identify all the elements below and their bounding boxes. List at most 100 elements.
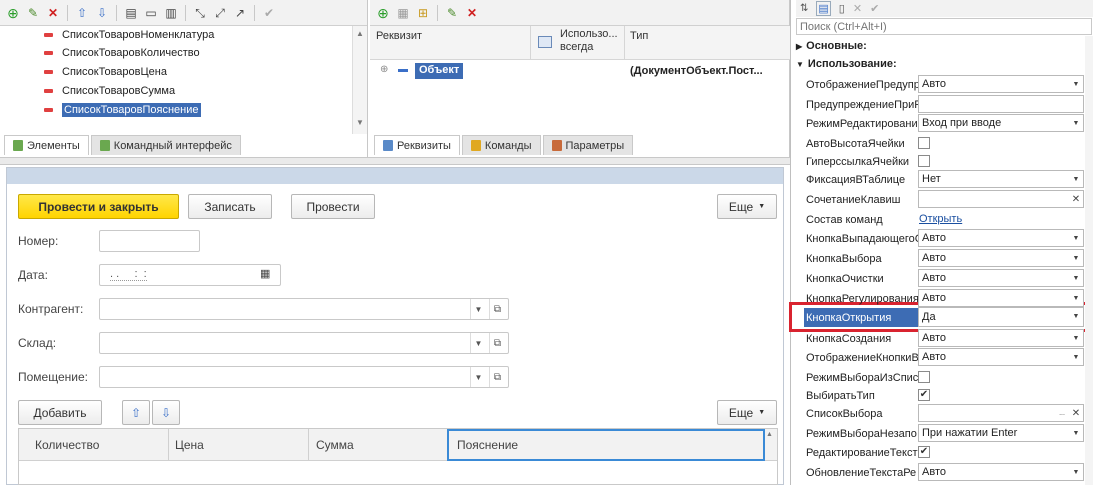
tab-requisites[interactable]: Реквизиты bbox=[374, 135, 460, 155]
splitter[interactable] bbox=[0, 157, 790, 165]
property-value[interactable]: Авто ▼ bbox=[918, 269, 1084, 287]
open-icon[interactable]: ⧉ bbox=[489, 367, 505, 387]
chevron-down-icon[interactable]: ▼ bbox=[1069, 171, 1083, 187]
dropdown-icon[interactable]: ▼ bbox=[470, 333, 486, 353]
dropdown-icon[interactable]: ▼ bbox=[470, 367, 486, 387]
edit-icon[interactable]: ✎ bbox=[443, 4, 461, 22]
clear-icon[interactable]: ✕ bbox=[1069, 405, 1083, 421]
sort-icon[interactable]: ⇅ bbox=[800, 3, 808, 14]
post-and-close-button[interactable]: Провести и закрыть bbox=[18, 194, 179, 219]
counterparty-input[interactable]: ▼ ⧉ bbox=[99, 298, 509, 320]
delete-icon[interactable]: ✕ bbox=[463, 4, 481, 22]
chevron-down-icon[interactable]: ▼ bbox=[1069, 330, 1083, 346]
window-icon[interactable]: ▭ bbox=[142, 4, 160, 22]
open-icon[interactable]: ⧉ bbox=[489, 333, 505, 353]
group-main[interactable]: ▶ Основные: bbox=[796, 40, 867, 52]
tree-item-selected[interactable]: СписокТоваровПояснение bbox=[44, 101, 201, 118]
warehouse-input[interactable]: ▼ ⧉ bbox=[99, 332, 509, 354]
properties-scrollbar[interactable] bbox=[1085, 36, 1093, 485]
property-value[interactable]: Авто ▼ bbox=[918, 463, 1084, 481]
chevron-down-icon[interactable]: ▼ bbox=[1069, 270, 1083, 286]
tab-command-interface[interactable]: Командный интерфейс bbox=[90, 135, 241, 155]
property-value[interactable]: При нажатии Enter ▼ bbox=[918, 424, 1084, 442]
property-value[interactable]: Авто ▼ bbox=[918, 249, 1084, 267]
room-input[interactable]: ▼ ⧉ bbox=[99, 366, 509, 388]
property-link[interactable]: Открыть bbox=[919, 213, 962, 225]
calendar-icon[interactable]: ▦ bbox=[260, 267, 270, 280]
check-icon[interactable]: ✔ bbox=[870, 2, 879, 15]
clear-icon[interactable]: ✕ bbox=[1069, 191, 1083, 207]
add-icon[interactable]: ⊕ bbox=[374, 4, 392, 22]
property-checkbox[interactable] bbox=[918, 155, 930, 167]
column-note-selected[interactable]: Пояснение bbox=[447, 429, 765, 461]
number-input[interactable] bbox=[99, 230, 200, 252]
property-value[interactable]: Авто ▼ bbox=[918, 289, 1084, 307]
tab-elements[interactable]: Элементы bbox=[4, 135, 89, 155]
write-button[interactable]: Записать bbox=[188, 194, 272, 219]
check-icon[interactable]: ✔ bbox=[260, 4, 278, 22]
property-value[interactable]: ✕ bbox=[918, 190, 1084, 208]
categories-icon[interactable]: ▤ bbox=[816, 1, 831, 16]
page-icon[interactable]: ▯ bbox=[839, 2, 845, 15]
flip-icon[interactable]: ⤡ bbox=[191, 4, 209, 22]
more-button-table[interactable]: Еще ▼ bbox=[717, 400, 777, 425]
property-value[interactable]: Авто ▼ bbox=[918, 329, 1084, 347]
list-icon[interactable]: ▤ bbox=[122, 4, 140, 22]
tree-item[interactable]: СписокТоваровНоменклатура bbox=[44, 26, 214, 43]
expand-icon[interactable]: ↗ bbox=[231, 4, 249, 22]
property-checkbox[interactable] bbox=[918, 371, 930, 383]
chevron-down-icon[interactable]: ▼ bbox=[1069, 290, 1083, 306]
post-button[interactable]: Провести bbox=[291, 194, 375, 219]
date-input[interactable]: . . : : ▦ bbox=[99, 264, 281, 286]
tree-item[interactable]: СписокТоваровСумма bbox=[44, 82, 175, 99]
property-value[interactable]: Авто ▼ bbox=[918, 75, 1084, 93]
property-value[interactable] bbox=[918, 95, 1084, 113]
chevron-down-icon[interactable]: ▼ bbox=[1069, 425, 1083, 441]
copy-icon[interactable]: ▦ bbox=[394, 4, 412, 22]
open-icon[interactable]: ⧉ bbox=[489, 299, 505, 319]
property-checkbox[interactable]: ✔ bbox=[918, 446, 930, 458]
move-down-icon[interactable]: ⇩ bbox=[93, 4, 111, 22]
chevron-down-icon[interactable]: ▼ bbox=[1069, 115, 1083, 131]
column-quantity[interactable]: Количество bbox=[35, 438, 99, 452]
delete-icon[interactable]: ✕ bbox=[44, 4, 62, 22]
layout-icon[interactable]: ▥ bbox=[162, 4, 180, 22]
property-value[interactable]: Авто ▼ bbox=[918, 229, 1084, 247]
group-usage[interactable]: ▼ Использование: bbox=[796, 58, 897, 70]
chevron-down-icon[interactable]: ▼ bbox=[1069, 308, 1083, 324]
column-sum[interactable]: Сумма bbox=[316, 438, 354, 452]
resize-icon[interactable]: ⤢ bbox=[211, 4, 229, 22]
property-checkbox[interactable]: ✔ bbox=[918, 389, 930, 401]
move-up-icon[interactable]: ⇧ bbox=[73, 4, 91, 22]
tree-item[interactable]: СписокТоваровЦена bbox=[44, 63, 167, 80]
add-button[interactable]: Добавить bbox=[18, 400, 102, 425]
more-button[interactable]: Еще ▼ bbox=[717, 194, 777, 219]
chevron-down-icon[interactable]: ▼ bbox=[1069, 464, 1083, 480]
chevron-down-icon[interactable]: ▼ bbox=[1069, 250, 1083, 266]
tree-scrollbar[interactable]: ▲ ▼ bbox=[352, 26, 367, 134]
property-value[interactable]: Нет ▼ bbox=[918, 170, 1084, 188]
move-up-button[interactable]: ⇧ bbox=[122, 400, 150, 425]
move-down-button[interactable]: ⇩ bbox=[152, 400, 180, 425]
tab-commands[interactable]: Команды bbox=[461, 135, 541, 155]
property-checkbox[interactable] bbox=[918, 137, 930, 149]
properties-search-input[interactable] bbox=[797, 19, 1091, 35]
requisite-row-object[interactable]: ⊕ Объект (ДокументОбъект.Пост... bbox=[370, 61, 790, 81]
select-icon[interactable]: ... bbox=[1055, 405, 1069, 421]
chevron-down-icon[interactable]: ▼ bbox=[1069, 230, 1083, 246]
column-price[interactable]: Цена bbox=[175, 438, 204, 452]
close-icon[interactable]: ✕ bbox=[853, 2, 862, 15]
tree-item[interactable]: СписокТоваровКоличество bbox=[44, 44, 200, 61]
expand-icon[interactable]: ⊕ bbox=[380, 64, 388, 75]
chevron-down-icon[interactable]: ▼ bbox=[1069, 76, 1083, 92]
property-value[interactable]: ... ✕ bbox=[918, 404, 1084, 422]
chevron-down-icon[interactable]: ▼ bbox=[1069, 349, 1083, 365]
scroll-up-icon[interactable]: ▲ bbox=[766, 431, 773, 438]
property-value[interactable]: Авто ▼ bbox=[918, 348, 1084, 366]
dropdown-icon[interactable]: ▼ bbox=[470, 299, 486, 319]
property-value[interactable]: Да ▼ bbox=[918, 307, 1084, 327]
properties-search[interactable] bbox=[796, 18, 1092, 35]
tab-parameters[interactable]: Параметры bbox=[542, 135, 634, 155]
edit-icon[interactable]: ✎ bbox=[24, 4, 42, 22]
property-value[interactable]: Вход при вводе ▼ bbox=[918, 114, 1084, 132]
